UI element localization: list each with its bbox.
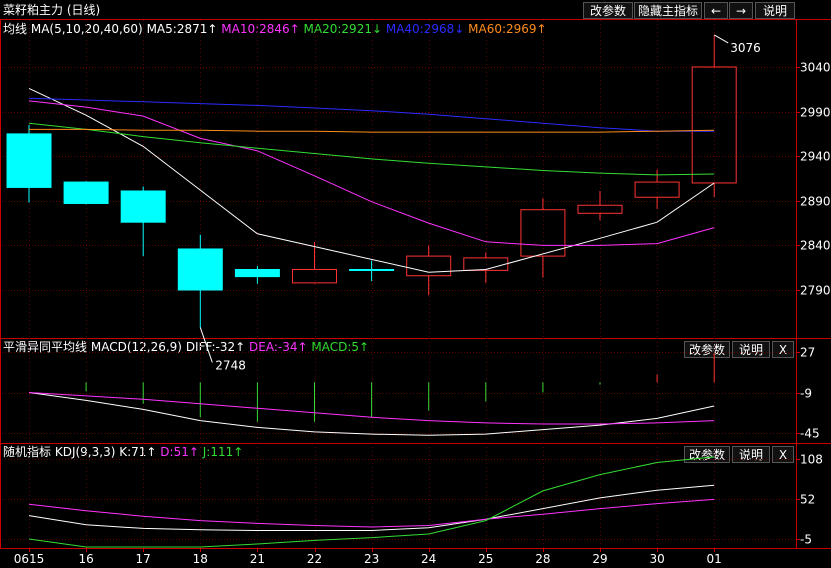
kdj-change-params-button[interactable]: 改参数 xyxy=(684,446,730,463)
candle-body xyxy=(463,257,509,271)
ma-line-ma40 xyxy=(28,97,715,132)
ma-line-ma10 xyxy=(28,100,715,246)
k-value: K:71↑ xyxy=(119,445,157,459)
candle xyxy=(349,260,395,282)
x-tick-label: 23 xyxy=(364,552,379,566)
ma-y-tick-label: 2790 xyxy=(800,284,831,298)
x-tick-label: 25 xyxy=(478,552,493,566)
candle xyxy=(520,198,566,278)
macd-line-dea xyxy=(28,392,715,425)
ma-y-tick-label: 2940 xyxy=(800,150,831,164)
x-tick-label: 16 xyxy=(78,552,93,566)
candle-body xyxy=(177,248,223,291)
ma-label: 均线 xyxy=(3,22,28,36)
kdj-y-tick-label: 108 xyxy=(800,453,823,467)
change-params-button[interactable]: 改参数 xyxy=(583,2,633,19)
ma-y-tick-label: 2840 xyxy=(800,239,831,253)
candle-body xyxy=(406,255,452,277)
j-value: J:111↑ xyxy=(202,445,244,459)
macd-legend: 平滑异同平均线 MACD(12,26,9) DIFF:-32↑ DEA:-34↑… xyxy=(3,339,369,355)
help-button[interactable]: 说明 xyxy=(755,2,795,19)
ma10-value: MA10:2846↑ xyxy=(221,22,300,36)
candle xyxy=(292,241,337,284)
d-value: D:51↑ xyxy=(160,445,199,459)
kdj-y-tick-label: 52 xyxy=(800,493,815,507)
candle-body xyxy=(349,268,395,271)
candle-body xyxy=(634,181,680,198)
prev-arrow-button[interactable]: ← xyxy=(704,2,728,19)
candle-body xyxy=(292,268,337,284)
macd-params: MACD(12,26,9) xyxy=(90,340,182,354)
ma60-value: MA60:2969↑ xyxy=(468,22,547,36)
dea-value: DEA:-34↑ xyxy=(249,340,308,354)
kdj-line-k xyxy=(28,484,715,531)
candle-body xyxy=(6,133,52,188)
macd-y-tick-label: 27 xyxy=(800,346,815,360)
diff-value: DIFF:-32↑ xyxy=(185,340,246,354)
kdj-line-d xyxy=(28,498,715,528)
ma-legend: 均线 MA(5,10,20,40,60) MA5:2871↑ MA10:2846… xyxy=(3,21,547,37)
kdj-close-button[interactable]: X xyxy=(772,446,794,463)
chart-stage: 菜籽粕主力 (日线) 改参数 隐藏主指标 ← → 说明 均线 MA(5,10,2… xyxy=(0,0,831,568)
ma-line-ma60 xyxy=(29,128,715,133)
x-tick-label: 0615 xyxy=(14,552,45,566)
kdj-legend: 随机指标 KDJ(9,3,3) K:71↑ D:51↑ J:111↑ xyxy=(3,444,243,460)
macd-label: 平滑异同平均线 xyxy=(3,340,88,354)
ma-y-tick-label: 2990 xyxy=(800,106,831,120)
macd-y-tick-label: -9 xyxy=(800,387,812,401)
candle xyxy=(634,169,680,209)
candle-body xyxy=(234,268,280,278)
candle-body xyxy=(691,66,737,184)
candle xyxy=(120,186,166,257)
candle-body xyxy=(63,181,109,204)
high-annotation-pointer xyxy=(713,34,729,44)
kdj-line-j xyxy=(28,456,715,548)
x-tick-label: 24 xyxy=(421,552,436,566)
x-tick-label: 01 xyxy=(707,552,722,566)
chart-svg: 3040 2990 2940 2890 2840 2790 27 -9 -45 108 52 -5 06… xyxy=(0,19,831,566)
candle xyxy=(691,34,737,198)
macd-close-button[interactable]: X xyxy=(772,341,794,358)
candle xyxy=(463,252,509,283)
candle-body xyxy=(520,209,566,257)
x-tick-label: 28 xyxy=(535,552,550,566)
macd-change-params-button[interactable]: 改参数 xyxy=(684,341,730,358)
hide-main-indicator-button[interactable]: 隐藏主指标 xyxy=(634,2,702,19)
ma5-value: MA5:2871↑ xyxy=(146,22,218,36)
candle-body xyxy=(120,190,166,223)
low-annotation-label: 2748 xyxy=(215,358,246,372)
kdj-y-tick-label: -5 xyxy=(800,533,812,547)
x-tick-label: 21 xyxy=(250,552,265,566)
ma-y-tick-label: 3040 xyxy=(800,61,831,75)
x-tick-label: 17 xyxy=(136,552,151,566)
x-tick-label: 30 xyxy=(649,552,664,566)
x-tick-label: 18 xyxy=(193,552,208,566)
high-annotation-label: 3076 xyxy=(730,41,761,55)
candle xyxy=(6,124,52,203)
x-tick-label: 22 xyxy=(307,552,322,566)
candle xyxy=(577,190,623,221)
macd-y-tick-label: -45 xyxy=(800,427,820,441)
candle xyxy=(406,245,452,296)
macd-value: MACD:5↑ xyxy=(311,340,370,354)
kdj-params: KDJ(9,3,3) xyxy=(54,445,116,459)
macd-help-button[interactable]: 说明 xyxy=(732,341,770,358)
macd-line-diff xyxy=(28,392,715,436)
ma-line-ma20 xyxy=(28,122,715,176)
candle xyxy=(63,181,109,205)
candle-body xyxy=(577,204,623,214)
ma40-value: MA40:2968↓ xyxy=(385,22,465,36)
instrument-title: 菜籽粕主力 (日线) xyxy=(3,3,101,17)
ma20-value: MA20:2921↓ xyxy=(303,22,383,36)
ma-line-ma5 xyxy=(28,87,715,273)
ma-y-tick-label: 2890 xyxy=(800,195,831,209)
ma-params: MA(5,10,20,40,60) xyxy=(30,22,143,36)
x-tick-label: 29 xyxy=(592,552,607,566)
candle xyxy=(177,234,223,328)
kdj-label: 随机指标 xyxy=(3,445,52,459)
candle xyxy=(234,265,280,284)
kdj-help-button[interactable]: 说明 xyxy=(732,446,770,463)
next-arrow-button[interactable]: → xyxy=(729,2,753,19)
